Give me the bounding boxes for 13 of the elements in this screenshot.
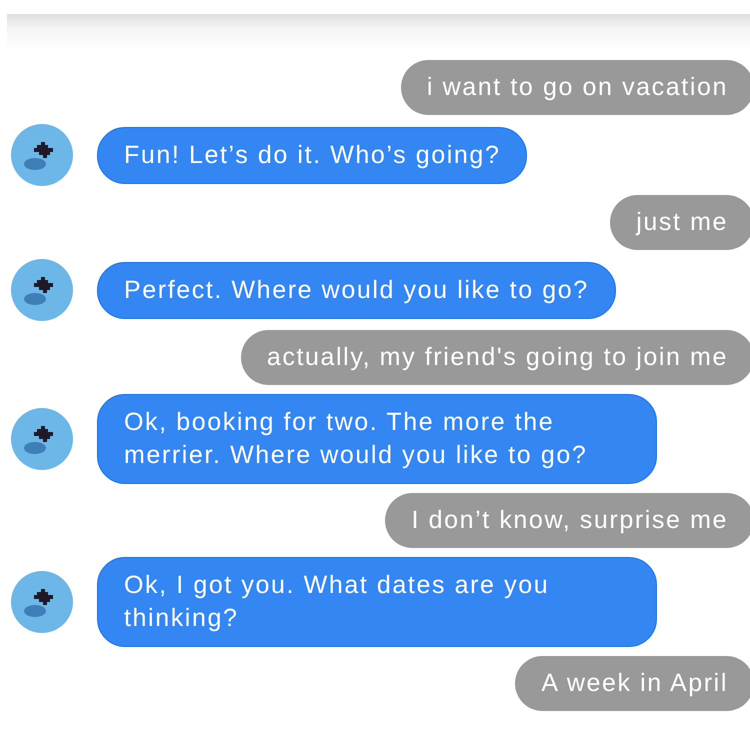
bot-message: Perfect. Where would you like to go?: [97, 262, 616, 318]
user-message: i want to go on vacation: [400, 60, 750, 115]
user-message: I don’t know, surprise me: [385, 493, 750, 548]
bot-message: Ok, booking for two. The more the merrier. Where would you like to go?: [97, 394, 657, 484]
avatar-icon: [11, 259, 73, 321]
user-message: just me: [610, 195, 750, 250]
avatar-icon: [11, 571, 73, 633]
bot-message: Ok, I got you. What dates are you thinking?: [97, 557, 657, 647]
user-message: A week in April: [515, 656, 750, 711]
avatar-icon: [11, 408, 73, 470]
user-message: actually, my friend's going to join me: [240, 330, 750, 385]
avatar-icon: [11, 124, 73, 186]
bot-message: Fun! Let’s do it. Who’s going?: [97, 126, 528, 184]
